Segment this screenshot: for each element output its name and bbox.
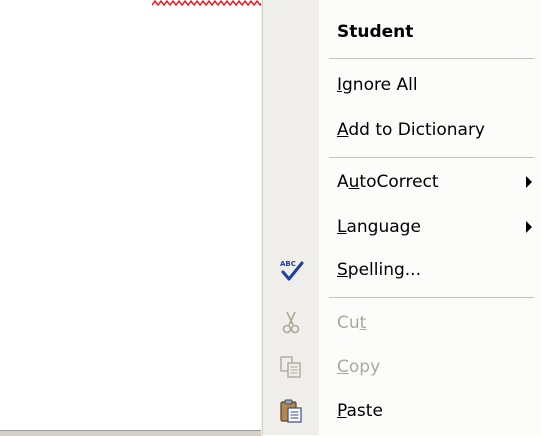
submenu-arrow-icon	[526, 221, 532, 233]
menu-item-paste[interactable]: Paste	[263, 391, 541, 431]
menu-item-label: Add to Dictionary	[337, 120, 485, 140]
submenu-arrow-icon	[526, 176, 532, 188]
scissors-icon	[282, 311, 300, 334]
menu-item-add-to-dictionary[interactable]: Add to Dictionary	[263, 110, 541, 150]
document-status-edge	[0, 430, 262, 436]
menu-item-autocorrect[interactable]: AutoCorrect	[263, 162, 541, 202]
menu-separator	[329, 157, 534, 158]
spelling-check-icon: ABC	[280, 260, 304, 281]
menu-item-label: Ignore All	[337, 75, 418, 95]
menu-item-label: AutoCorrect	[337, 172, 439, 192]
menu-item-label: Cut	[337, 313, 367, 333]
svg-text:ABC: ABC	[280, 260, 296, 268]
menu-item-cut: Cut	[263, 303, 541, 343]
menu-item-label: Student	[337, 22, 414, 42]
menu-separator	[329, 58, 534, 59]
menu-item-language[interactable]: Language	[263, 207, 541, 247]
menu-item-label: Language	[337, 217, 421, 237]
spelling-error-squiggle	[152, 0, 267, 7]
copy-icon	[280, 356, 301, 378]
menu-item-label: Spelling...	[337, 260, 421, 280]
menu-item-label: Copy	[337, 357, 381, 377]
spelling-context-menu: Student Ignore All Add to Dictionary Aut…	[262, 0, 541, 435]
clipboard-paste-icon	[280, 399, 302, 423]
menu-item-ignore-all[interactable]: Ignore All	[263, 65, 541, 105]
menu-item-spelling[interactable]: ABC Spelling...	[263, 250, 541, 290]
menu-item-copy: Copy	[263, 347, 541, 387]
menu-item-label: Paste	[337, 401, 383, 421]
menu-item-suggestion-student[interactable]: Student	[263, 12, 541, 52]
menu-separator	[329, 297, 534, 298]
